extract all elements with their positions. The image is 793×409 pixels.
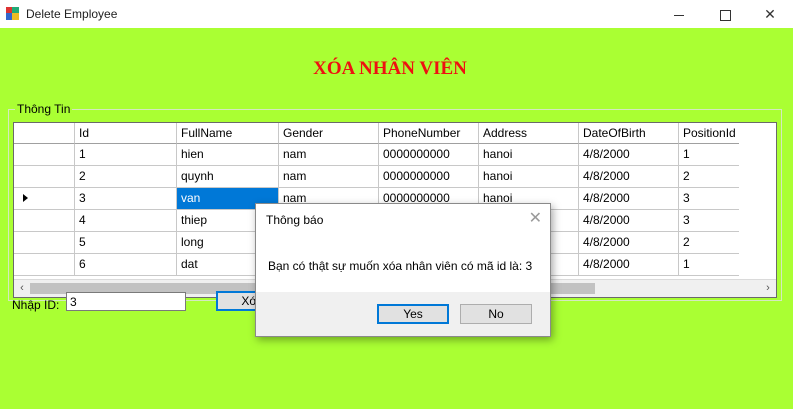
column-header[interactable]: Id [75, 123, 177, 144]
table-cell[interactable]: 4/8/2000 [579, 166, 679, 188]
close-button[interactable]: ✕ [747, 0, 793, 28]
column-header[interactable]: FullName [177, 123, 279, 144]
scroll-right-icon[interactable]: › [760, 280, 776, 297]
dialog-close-icon[interactable]: ✕ [529, 208, 542, 228]
minimize-icon [674, 14, 684, 16]
maximize-button[interactable] [702, 0, 748, 28]
scroll-left-icon[interactable]: ‹ [14, 280, 30, 297]
table-cell[interactable]: 2 [75, 166, 177, 188]
table-cell[interactable]: 4/8/2000 [579, 254, 679, 276]
window-title: Delete Employee [26, 7, 118, 21]
title-bar: Delete Employee ✕ [0, 0, 793, 28]
maximize-icon [719, 9, 731, 21]
row-header[interactable] [14, 188, 75, 210]
table-cell[interactable]: 1 [679, 144, 739, 166]
row-header[interactable] [14, 232, 75, 254]
table-cell[interactable]: hanoi [479, 166, 579, 188]
row-header[interactable] [14, 254, 75, 276]
table-cell[interactable]: 2 [679, 232, 739, 254]
column-header[interactable]: Gender [279, 123, 379, 144]
page-title: XÓA NHÂN VIÊN [313, 58, 467, 79]
dialog-title: Thông báo [266, 213, 324, 227]
minimize-button[interactable] [656, 0, 702, 28]
confirm-dialog: Thông báo ✕ Bạn có thật sự muốn xóa nhân… [255, 203, 551, 337]
table-cell[interactable]: 0000000000 [379, 166, 479, 188]
table-cell[interactable]: 0000000000 [379, 144, 479, 166]
app-icon [6, 7, 19, 20]
current-row-arrow-icon [23, 194, 28, 202]
table-cell[interactable]: 6 [75, 254, 177, 276]
table-row[interactable]: 1 hien nam 0000000000 hanoi 4/8/2000 1 [14, 144, 776, 166]
dialog-footer: Yes No [256, 292, 550, 336]
table-cell[interactable]: 5 [75, 232, 177, 254]
table-cell[interactable]: 4/8/2000 [579, 210, 679, 232]
table-cell[interactable]: 3 [679, 188, 739, 210]
id-input[interactable] [66, 292, 186, 311]
column-header[interactable]: DateOfBirth [579, 123, 679, 144]
table-cell[interactable]: 4/8/2000 [579, 188, 679, 210]
table-cell[interactable]: 1 [75, 144, 177, 166]
no-button[interactable]: No [460, 304, 532, 324]
yes-button[interactable]: Yes [377, 304, 449, 324]
table-row[interactable]: 2 quynh nam 0000000000 hanoi 4/8/2000 2 [14, 166, 776, 188]
table-cell[interactable]: hanoi [479, 144, 579, 166]
close-icon: ✕ [764, 6, 776, 22]
id-label: Nhập ID: [12, 298, 60, 312]
column-header[interactable]: Address [479, 123, 579, 144]
table-cell[interactable]: 3 [679, 210, 739, 232]
column-header[interactable]: PhoneNumber [379, 123, 479, 144]
table-cell[interactable]: nam [279, 144, 379, 166]
dialog-message: Bạn có thật sự muốn xóa nhân viên có mã … [268, 259, 533, 273]
row-header[interactable] [14, 144, 75, 166]
table-cell[interactable]: 1 [679, 254, 739, 276]
table-cell[interactable]: 4 [75, 210, 177, 232]
groupbox-label: Thông Tin [15, 102, 73, 116]
table-cell[interactable]: 2 [679, 166, 739, 188]
row-header[interactable] [14, 166, 75, 188]
row-header[interactable] [14, 210, 75, 232]
column-header[interactable]: PositionId [679, 123, 739, 144]
table-cell[interactable]: nam [279, 166, 379, 188]
row-header-corner [14, 123, 75, 144]
table-cell[interactable]: 4/8/2000 [579, 232, 679, 254]
table-cell[interactable]: 3 [75, 188, 177, 210]
grid-header: Id FullName Gender PhoneNumber Address D… [14, 123, 776, 144]
table-cell[interactable]: 4/8/2000 [579, 144, 679, 166]
table-cell[interactable]: hien [177, 144, 279, 166]
table-cell[interactable]: quynh [177, 166, 279, 188]
